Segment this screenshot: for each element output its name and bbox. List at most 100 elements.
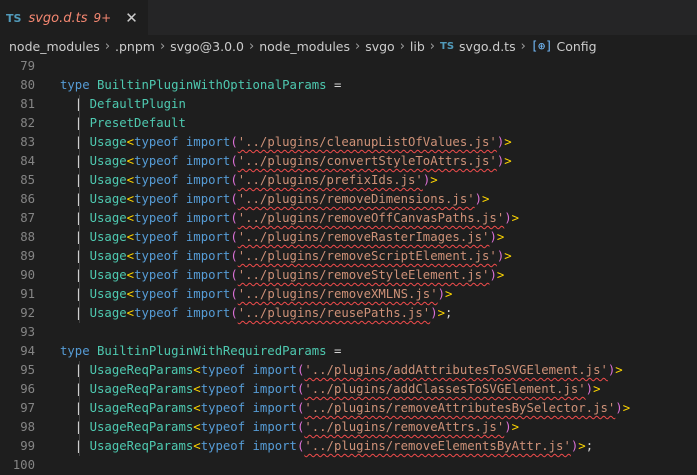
angle-bracket-token: > (622, 401, 631, 415)
paren-token: ) (489, 230, 497, 244)
module-path-string: '../plugins/addAttributesToSVGElement.js… (304, 363, 608, 377)
chevron-right-icon: › (520, 38, 526, 54)
code-line: 94 type BuiltinPluginWithRequiredParams = (0, 342, 697, 361)
line-number: 92 (20, 306, 35, 320)
paren-token: ) (437, 287, 446, 301)
angle-bracket-token: < (193, 363, 201, 377)
breadcrumb-item[interactable]: node_modules (259, 39, 350, 54)
typeof-keyword-token: typeof (134, 249, 179, 263)
code-content: type BuiltinPluginWithOptionalParams = (60, 76, 341, 95)
line-number: 99 (20, 439, 35, 453)
breadcrumb-file-label: svgo.d.ts (459, 38, 516, 54)
angle-bracket-token: < (126, 173, 135, 187)
paren-token: ( (230, 154, 238, 168)
generic-type-token: Usage (89, 173, 127, 187)
breadcrumb-file[interactable]: TS svgo.d.ts (440, 39, 516, 54)
paren-token: ( (230, 306, 238, 320)
code-editor[interactable]: 79 80 type BuiltinPluginWithOptionalParams… (0, 57, 697, 475)
module-path-string: '../plugins/removeDimensions.js' (237, 192, 475, 206)
keyword-token: type (60, 78, 90, 92)
module-path-string: '../plugins/removeOffCanvasPaths.js' (237, 211, 505, 225)
paren-token: ( (230, 135, 238, 149)
code-line: 87 | Usage<typeof import('../plugins/rem… (0, 209, 697, 228)
generic-type-token: Usage (89, 211, 127, 225)
operator-token: = (326, 78, 342, 92)
paren-token: ( (230, 287, 238, 301)
breadcrumb-item[interactable]: svgo@3.0.0 (170, 39, 244, 54)
import-keyword-token: import (185, 249, 231, 263)
generic-type-token: UsageReqParams (89, 382, 194, 396)
code-content: type BuiltinPluginWithRequiredParams = (60, 342, 341, 361)
union-pipe-token: | (60, 287, 90, 301)
module-path-string: '../plugins/removeXMLNS.js' (237, 287, 438, 301)
union-pipe-token: | (60, 420, 90, 434)
line-number: 91 (20, 287, 35, 301)
import-keyword-token: import (252, 420, 297, 434)
module-path-string: '../plugins/cleanupListOfValues.js' (237, 135, 497, 149)
chevron-right-icon: › (399, 38, 405, 54)
chevron-right-icon: › (355, 38, 361, 54)
angle-bracket-token: < (193, 439, 201, 453)
semicolon-token: ; (445, 306, 453, 320)
typeof-keyword-token: typeof (200, 439, 246, 453)
typeof-keyword-token: typeof (134, 135, 179, 149)
angle-bracket-token: < (126, 211, 135, 225)
close-icon[interactable]: ✕ (125, 10, 138, 26)
code-line: 83 | Usage<typeof import('../plugins/cle… (0, 133, 697, 152)
paren-token: ) (489, 268, 497, 282)
angle-bracket-token: < (126, 154, 135, 168)
import-keyword-token: import (185, 154, 231, 168)
breadcrumb-item[interactable]: node_modules (9, 39, 100, 54)
code-line: 93 (0, 323, 697, 342)
tab-svgo-d-ts[interactable]: TS svgo.d.ts 9+ ✕ (0, 0, 148, 35)
angle-bracket-token: < (126, 230, 135, 244)
angle-bracket-token: < (126, 287, 135, 301)
module-path-string: '../plugins/removeElementsByAttr.js' (304, 439, 571, 453)
code-line: 85 | Usage<typeof import('../plugins/pre… (0, 171, 697, 190)
paren-token: ) (504, 211, 512, 225)
problem-count-badge: 9+ (93, 11, 112, 25)
union-pipe-token: | (60, 97, 90, 111)
chevron-right-icon: › (104, 38, 111, 54)
import-keyword-token: import (185, 306, 231, 320)
breadcrumb-item[interactable]: .pnpm (115, 39, 155, 54)
code-line: 95 | UsageReqParams<typeof import('../pl… (0, 361, 697, 380)
code-content: | Usage<typeof import('../plugins/remove… (60, 247, 512, 266)
code-content: | UsageReqParams<typeof import('../plugi… (60, 380, 601, 399)
code-content: | Usage<typeof import('../plugins/prefix… (60, 171, 438, 190)
breadcrumb-item[interactable]: svgo (365, 39, 395, 54)
typeof-keyword-token: typeof (134, 211, 179, 225)
line-number: 82 (20, 116, 35, 130)
angle-bracket-token: > (504, 135, 512, 149)
code-line: 91 | Usage<typeof import('../plugins/rem… (0, 285, 697, 304)
module-path-string: '../plugins/removeStyleElement.js' (237, 268, 490, 282)
generic-type-token: UsageReqParams (89, 401, 194, 415)
typeof-keyword-token: typeof (200, 363, 246, 377)
code-line: 84 | Usage<typeof import('../plugins/con… (0, 152, 697, 171)
code-content: | UsageReqParams<typeof import('../plugi… (60, 437, 593, 456)
paren-token: ( (230, 268, 238, 282)
typeof-keyword-token: typeof (134, 230, 179, 244)
angle-bracket-token: < (193, 382, 201, 396)
angle-bracket-token: > (511, 211, 520, 225)
module-path-string: '../plugins/removeRasterImages.js' (237, 230, 490, 244)
import-keyword-token: import (252, 439, 297, 453)
breadcrumb-item[interactable]: lib (410, 39, 425, 54)
typeof-keyword-token: typeof (200, 382, 246, 396)
code-content: | PresetDefault (60, 114, 186, 133)
angle-bracket-token: > (445, 287, 453, 301)
union-pipe-token: | (60, 116, 90, 130)
paren-token: ( (230, 211, 238, 225)
tab-filename: svgo.d.ts (28, 10, 88, 26)
generic-type-token: Usage (89, 306, 127, 320)
generic-type-token: Usage (89, 287, 127, 301)
code-content: | Usage<typeof import('../plugins/remove… (60, 266, 504, 285)
generic-type-token: Usage (89, 154, 127, 168)
code-content: | Usage<typeof import('../plugins/reuseP… (60, 304, 453, 323)
angle-bracket-token: > (578, 439, 586, 453)
union-pipe-token: | (60, 401, 90, 415)
breadcrumb-symbol[interactable]: [⊕] Config (531, 39, 597, 54)
angle-bracket-token: > (437, 306, 446, 320)
line-number: 79 (20, 59, 35, 73)
angle-bracket-token: > (504, 154, 512, 168)
